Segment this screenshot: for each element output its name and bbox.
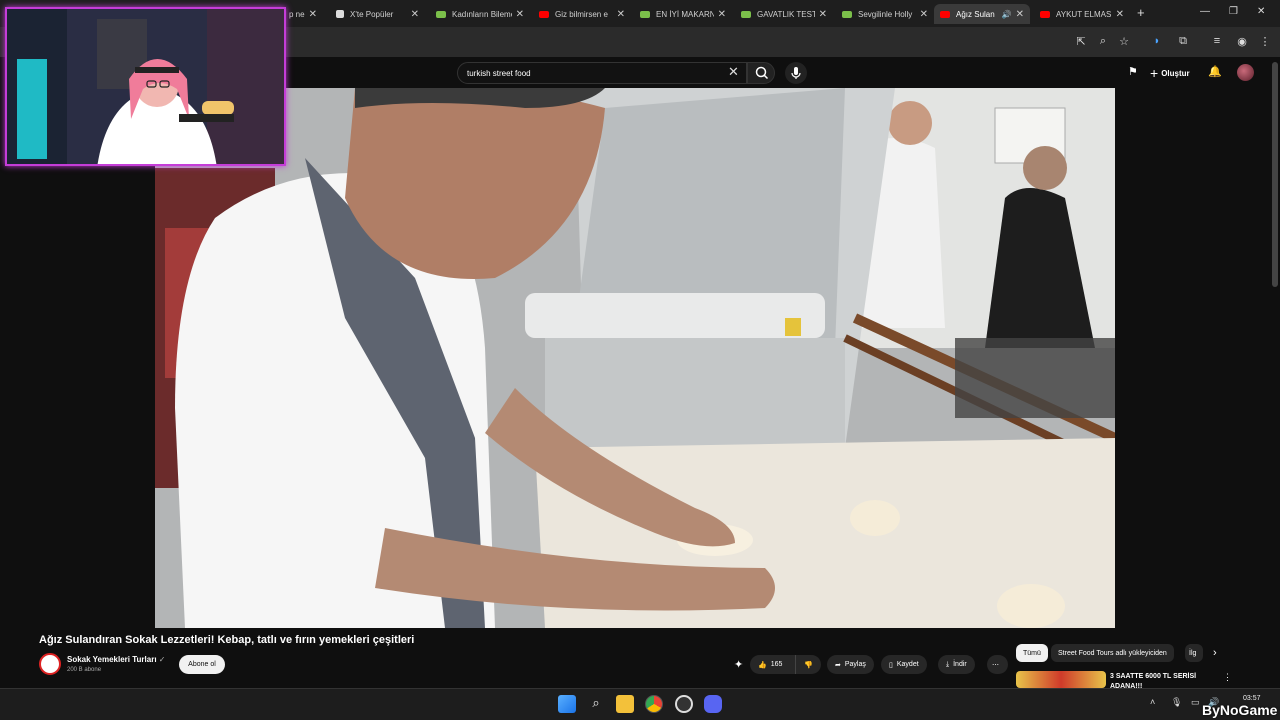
close-tab-icon[interactable]: ✕ [411,9,419,20]
restore-icon[interactable]: ❐ [1229,6,1238,17]
recommended-menu-icon[interactable]: ⋮ [1223,672,1232,683]
browser-menu-icon[interactable]: ⋮ [1258,35,1272,48]
user-avatar[interactable] [1237,64,1254,81]
chrome-icon[interactable] [645,695,663,713]
plus-icon: + [1150,65,1159,81]
bookmark-icon: ▯ [889,661,893,669]
chevron-right-icon[interactable]: › [1213,647,1217,659]
create-button[interactable]: + Oluştur [1150,64,1190,82]
close-tab-icon[interactable]: ✕ [1116,9,1124,20]
dislike-button[interactable]: 👎 [795,655,821,674]
tray-chevron-icon[interactable]: ˄ [1150,697,1155,707]
bookmark-star-icon[interactable]: ☆ [1117,35,1131,48]
tray-network-icon[interactable]: ▭ [1191,697,1200,708]
windows-start-icon[interactable] [558,695,576,713]
x-logo-icon [336,10,344,18]
chip-related[interactable]: İlg [1185,644,1203,662]
extension-icon[interactable]: ◗ [1150,35,1164,47]
chip-all[interactable]: Tümü [1016,644,1048,662]
cast-icon[interactable]: ⚑ [1128,65,1138,78]
browser-tab[interactable]: X'te Popüler ✕ [330,4,425,24]
download-icon: ⤓ [946,660,950,668]
streamer-watermark: ByNoGame [1202,702,1278,718]
close-tab-icon[interactable]: ✕ [309,9,317,20]
streamer-webcam-feed [7,9,284,164]
more-actions-button[interactable]: ⋯ [987,655,1008,674]
close-tab-icon[interactable]: ✕ [920,9,928,20]
thumbs-down-icon: 👎 [804,661,813,669]
verified-check-icon: ✓ [158,655,166,664]
chip-uploader[interactable]: Street Food Tours adlı yükleyiciden [1051,644,1174,662]
voice-search-button[interactable] [785,62,807,84]
close-tab-icon[interactable]: ✕ [617,9,625,20]
channel-avatar[interactable] [39,653,61,675]
browser-tab[interactable]: GAVATLIK TESTİ ✕ [735,4,833,24]
browser-tab[interactable]: p ne ✕ [283,4,323,24]
clear-search-icon[interactable]: ✕ [728,64,739,80]
profile-icon[interactable]: ◉ [1235,35,1249,48]
browser-tab[interactable]: Sevgilinle Holly ✕ [836,4,934,24]
search-input[interactable]: turkish street food [457,62,747,84]
download-button[interactable]: ⤓ İndir [938,655,975,674]
minimize-icon[interactable]: — [1200,6,1210,17]
subscriber-count: 200 B abone [67,667,102,673]
site-favicon-icon [741,10,751,18]
youtube-favicon-icon [539,10,549,18]
file-explorer-icon[interactable] [616,695,634,713]
site-favicon-icon [842,10,852,18]
recommended-thumbnail[interactable] [1016,671,1106,688]
tray-microphone-icon[interactable]: 🎙 [1171,697,1182,708]
like-button[interactable]: 👍 165 [750,655,795,674]
close-tab-icon[interactable]: ✕ [516,9,524,20]
share-button[interactable]: ➦ Paylaş [827,655,874,674]
media-control-icon[interactable]: ≡ [1210,35,1224,47]
browser-tab[interactable]: AYKUT ELMAS ✕ [1034,4,1130,24]
recommended-title[interactable]: 3 SAATTE 6000 TL SERİSİ ADANA!!! [1110,672,1220,688]
search-button[interactable] [747,62,775,84]
close-window-icon[interactable]: ✕ [1257,6,1265,17]
premium-sparkle-icon[interactable]: ✦ [734,658,743,671]
windows-taskbar [0,688,1280,720]
notifications-bell-icon[interactable]: 🔔 [1208,65,1222,78]
browser-tab-active[interactable]: Ağız Sulan 🔊 ✕ [934,4,1030,24]
new-tab-button[interactable]: + [1137,5,1145,20]
site-favicon-icon [640,10,650,18]
channel-name[interactable]: Sokak Yemekleri Turları ✓ [67,655,165,664]
puzzle-icon[interactable]: ⧉ [1176,35,1190,48]
microphone-icon [791,67,801,79]
browser-tab[interactable]: Kadınların Bilemeyeceği✕ [430,4,530,24]
close-tab-icon[interactable]: ✕ [718,9,726,20]
subscribe-button[interactable]: Abone ol [179,655,225,674]
video-player[interactable] [155,88,1115,628]
video-title: Ağız Sulandıran Sokak Lezzetleri! Kebap,… [39,634,415,646]
install-app-icon[interactable]: ⇱ [1074,35,1088,48]
obs-icon[interactable] [675,695,693,713]
close-tab-icon[interactable]: ✕ [819,9,827,20]
discord-icon[interactable] [704,695,722,713]
zoom-icon[interactable]: ⌕ [1096,35,1110,48]
taskbar-search-icon[interactable]: ⌕ [587,695,605,713]
save-button[interactable]: ▯ Kaydet [881,655,927,674]
video-frame [155,88,1115,628]
browser-tab[interactable]: EN İYİ MAKARNA✕ [634,4,732,24]
webcam-overlay [5,7,286,166]
site-favicon-icon [436,10,446,18]
thumbs-up-icon: 👍 [758,661,767,669]
search-icon [755,66,769,80]
youtube-favicon-icon [940,10,950,18]
youtube-favicon-icon [1040,10,1050,18]
page-scrollbar[interactable] [1272,62,1278,287]
close-tab-icon[interactable]: ✕ [1016,9,1024,20]
speaker-icon[interactable]: 🔊 [1002,10,1012,19]
browser-tab[interactable]: Giz bilmirsen e ✕ [533,4,631,24]
share-icon: ➦ [835,661,841,669]
